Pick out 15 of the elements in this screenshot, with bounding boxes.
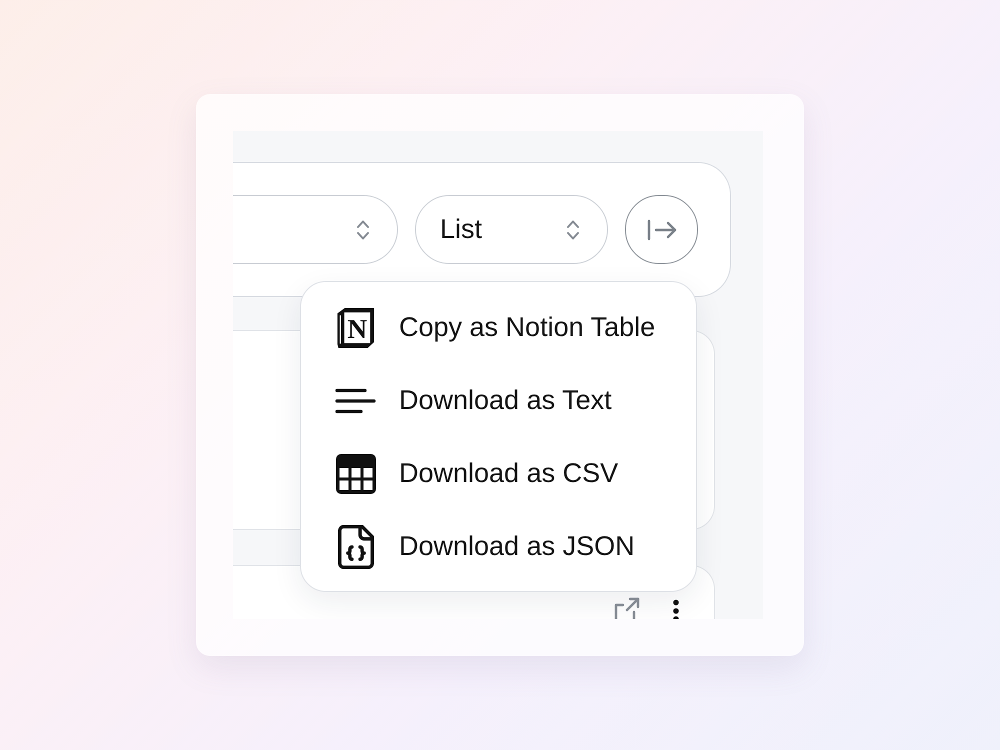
chevrons-up-down-icon <box>356 218 370 240</box>
view-select[interactable]: List <box>415 195 608 264</box>
menu-item[interactable]: Download as Text <box>301 364 696 437</box>
external-link-icon[interactable] <box>614 597 640 619</box>
menu-item[interactable]: Download as JSON <box>301 510 696 583</box>
menu-item[interactable]: Download as CSV <box>301 437 696 510</box>
table-icon <box>336 454 376 494</box>
text-lines-icon <box>335 388 376 414</box>
select-field[interactable] <box>233 195 398 264</box>
menu-item[interactable]: N Copy as Notion Table <box>301 291 696 364</box>
more-options-icon[interactable] <box>672 599 680 619</box>
arrow-right-from-line-icon <box>646 218 676 240</box>
logo-icon: N <box>335 306 376 350</box>
chevrons-up-down-icon <box>566 218 580 240</box>
file-braces-icon <box>338 524 374 568</box>
